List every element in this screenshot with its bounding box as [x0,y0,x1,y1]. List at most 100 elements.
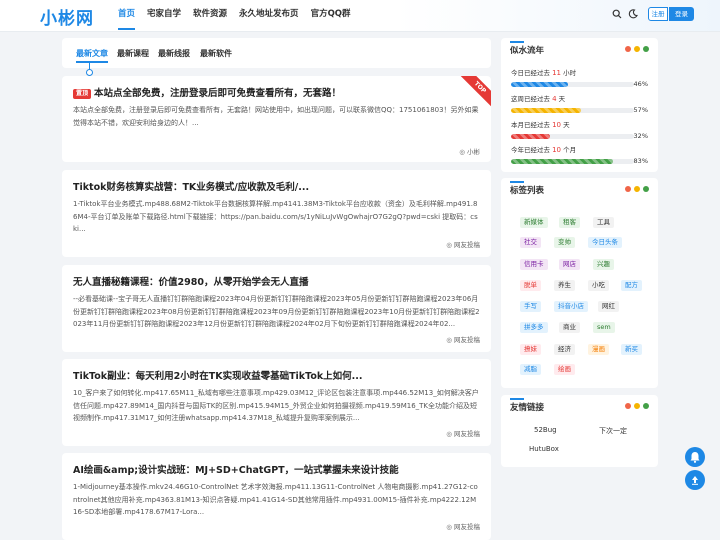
tag-item[interactable]: 手写 [520,301,541,312]
tag-item[interactable]: 信用卡 [520,259,548,270]
tag-item[interactable]: 商业 [559,322,580,333]
green-dot-icon [643,403,649,409]
window-dots [625,46,649,52]
tab-latest-software[interactable]: 最新软件 [200,48,232,59]
tag-list-widget: 标签列表 新媒体 租客 工具社交 变帅 今日头条信用卡 网店 兴趣脱单 养生 小吃 配方手写 抖音小… [501,178,658,388]
tag-item[interactable]: sem [593,322,615,333]
progress-track-day [511,82,634,87]
progress-track-week [511,108,634,113]
yellow-dot-icon [634,46,640,52]
search-icon[interactable] [612,9,622,19]
progress-label-day: 今日已经过去 11 小时 [511,69,577,77]
tag-item[interactable]: 租客 [559,217,580,228]
tab-latest-articles[interactable]: 最新文章 [76,48,108,59]
author-name: 网友投稿 [454,523,480,531]
nav-item-qq-group[interactable]: 官方QQ群 [305,0,357,32]
tag-item[interactable]: 网店 [559,259,580,270]
post-excerpt: 1-Tiktok平台业务模式.mp488.68M2-Tiktok平台数据核算样解… [73,200,478,233]
author-name: 网友投稿 [454,241,480,249]
post-card[interactable]: Tiktok财务核算实战营：TK业务模式/应收款及毛利/... 1-Tiktok… [62,170,491,257]
tab-connector-dot [86,69,93,76]
post-card[interactable]: 无人直播秘籍课程：价值2980，从零开始学会无人直播 --必看基础课--宝子哥无… [62,265,491,352]
friend-link[interactable]: HutuBox [529,445,559,453]
post-title[interactable]: TikTok副业：每天利用2小时在TK实现收益零基础TikTok上如何... [73,368,473,382]
moon-icon[interactable] [628,9,638,19]
post-author: ◎ 网友投稿 [446,336,480,344]
tag-item[interactable]: 漫画 [588,344,609,355]
tag-item[interactable]: 小吃 [588,280,609,291]
progress-fill-year [511,159,614,164]
friend-link[interactable]: 52Bug [534,426,557,434]
post-card-pinned[interactable]: TOP 置顶 本站点全部免费，注册登录后即可免费查看所有，无套路！ 本站点全部免费… [62,76,491,162]
tag-item[interactable]: 养生 [554,280,575,291]
author-name: 小彬 [467,148,480,156]
nav-item-software[interactable]: 软件资源 [187,0,233,32]
widget-title: 标签列表 [510,186,545,196]
window-dots [625,403,649,409]
post-title[interactable]: AI绘画&amp;设计实战班：MJ+SD+ChatGPT，一站式掌握未来设计技能 [73,462,473,476]
yellow-dot-icon [634,403,640,409]
author-name: 网友投稿 [454,336,480,344]
post-title[interactable]: Tiktok财务核算实战营：TK业务模式/应收款及毛利/... [73,179,473,193]
widget-title: 友情链接 [510,403,545,413]
nav-item-self-study[interactable]: 宅家自学 [141,0,187,32]
red-dot-icon [625,403,631,409]
tag-item[interactable]: 今日头条 [588,237,622,248]
tag-item[interactable]: 兴趣 [593,259,614,270]
tag-item[interactable]: 工具 [593,217,614,228]
post-card[interactable]: TikTok副业：每天利用2小时在TK实现收益零基础TikTok上如何... 1… [62,359,491,446]
title-accent-bar [510,41,524,43]
post-author: ◎ 网友投稿 [446,430,480,438]
tag-item[interactable]: 新媒体 [520,217,548,228]
tab-latest-deals[interactable]: 最新线报 [158,48,190,59]
post-author: ◎ 网友投稿 [446,241,480,249]
bell-icon[interactable] [685,447,705,467]
tag-item[interactable]: 经济 [554,344,575,355]
widget-title: 似水流年 [510,46,545,56]
tag-item[interactable]: 网红 [598,301,619,312]
login-button[interactable]: 登录 [669,7,694,21]
window-dots [625,186,649,192]
tag-item[interactable]: 社交 [520,237,541,248]
progress-fill-week [511,108,582,113]
post-card[interactable]: AI绘画&amp;设计实战班：MJ+SD+ChatGPT，一站式掌握未来设计技能… [62,453,491,540]
tag-item[interactable]: 新买 [621,344,642,355]
tag-item[interactable]: 拼多多 [520,322,548,333]
progress-label-year: 今年已经过去 10 个月 [511,146,577,154]
post-author: ◎ 网友投稿 [446,523,480,531]
tab-latest-courses[interactable]: 最新课程 [117,48,149,59]
author-name: 网友投稿 [454,430,480,438]
site-logo[interactable]: 小彬网 [40,4,94,29]
nav-item-home[interactable]: 首页 [112,0,141,32]
time-progress-widget: 似水流年 今日已经过去 11 小时 46% 这周已经过去 4 天 57% 本月已… [501,38,658,172]
yellow-dot-icon [634,186,640,192]
title-accent-bar [510,181,524,183]
red-dot-icon [625,46,631,52]
progress-percent-day: 46% [633,80,648,88]
post-title[interactable]: 置顶 本站点全部免费，注册登录后即可免费查看所有，无套路！ [73,85,473,99]
tag-item[interactable]: 绘画 [554,364,575,375]
post-tabs: 最新文章 最新课程 最新线报 最新软件 [62,38,491,68]
post-title[interactable]: 无人直播秘籍课程：价值2980，从零开始学会无人直播 [73,274,473,288]
tag-item[interactable]: 抖音小店 [554,301,588,312]
post-excerpt: 本站点全部免费，注册登录后即可免费查看所有，无套路！网站使用中，如出现问题，可以… [73,106,479,127]
friend-link[interactable]: 下次一定 [599,426,627,436]
tag-item[interactable]: 配方 [621,280,642,291]
progress-percent-month: 32% [633,132,648,140]
tag-item[interactable]: 减脂 [520,364,541,375]
post-excerpt: --必看基础课--宝子哥无人直播钉钉群陪跑课程2023年04月份更新钉钉群陪跑课… [73,295,480,328]
tag-item[interactable]: 脱单 [520,280,541,291]
progress-fill-day [511,82,568,87]
register-button[interactable]: 注册 [648,7,668,21]
pinned-badge: 置顶 [73,89,92,99]
tag-item[interactable]: 变帅 [554,237,575,248]
progress-percent-week: 57% [633,106,648,114]
arrow-up-icon[interactable] [685,470,705,490]
active-tab-indicator [76,61,108,63]
post-author: ◎ 小彬 [459,148,480,156]
nav-item-permanent-address[interactable]: 永久地址发布页 [233,0,305,32]
post-title-text[interactable]: 本站点全部免费，注册登录后即可免费查看所有，无套路！ [94,88,341,99]
tag-item[interactable]: 撩妹 [520,344,541,355]
top-header: 小彬网 首页 宅家自学 软件资源 永久地址发布页 官方QQ群 注册 登录 [0,0,720,32]
title-accent-bar [510,398,524,400]
